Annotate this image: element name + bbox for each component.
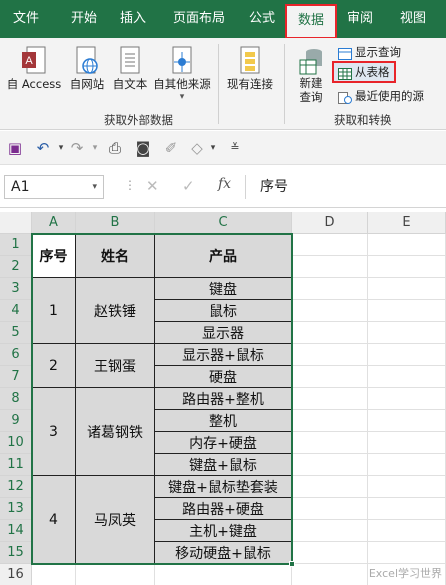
row-header[interactable]: 7 bbox=[0, 366, 32, 388]
other-sources-icon bbox=[169, 46, 195, 76]
fill-handle[interactable] bbox=[289, 561, 295, 567]
column-header-b[interactable]: B bbox=[76, 212, 155, 234]
access-icon: A bbox=[21, 46, 47, 76]
ribbon-separator bbox=[218, 44, 219, 124]
save-icon[interactable]: ▣ bbox=[6, 139, 24, 157]
print-preview-icon[interactable]: ⎙ bbox=[106, 139, 124, 157]
row-header[interactable]: 16 bbox=[0, 564, 32, 585]
show-queries-label: 显示查询 bbox=[355, 45, 401, 59]
column-header-e[interactable]: E bbox=[368, 212, 446, 234]
formula-bar: A1 ▾ ⋮ ✕ ✓ fx 序号 bbox=[0, 166, 446, 208]
row-header[interactable]: 4 bbox=[0, 300, 32, 322]
tab-5[interactable]: 数据 bbox=[285, 4, 337, 39]
ribbon-tab-bar: 文件 开始 插入 页面布局 公式 数据 审阅 视图 bbox=[0, 0, 446, 39]
from-table-label: 从表格 bbox=[355, 65, 390, 79]
from-web-button[interactable]: 自网站 bbox=[66, 46, 108, 92]
tab-2[interactable]: 插入 bbox=[108, 0, 158, 38]
row-header[interactable]: 12 bbox=[0, 476, 32, 498]
worksheet: A B C D E 1 2 3 4 5 6 7 8 9 10 11 12 13 14 15 16 序号 姓名 产品 1 赵铁锤 键盘… bbox=[0, 212, 446, 585]
tab-7[interactable]: 视图 bbox=[384, 0, 442, 38]
watermark: Excel学习世界 bbox=[368, 567, 442, 580]
svg-text:A: A bbox=[25, 55, 33, 67]
grid-line bbox=[367, 212, 368, 585]
recent-sources-label: 最近使用的源 bbox=[355, 89, 424, 103]
insert-function-icon[interactable]: fx bbox=[218, 176, 231, 192]
new-query-icon bbox=[298, 46, 324, 76]
from-text-button[interactable]: 自文本 bbox=[110, 46, 150, 92]
row-header[interactable]: 1 bbox=[0, 234, 32, 256]
ribbon-separator bbox=[284, 44, 285, 124]
row-header[interactable]: 13 bbox=[0, 498, 32, 520]
new-query-label: 新建 查询 bbox=[299, 76, 323, 104]
chevron-down-icon[interactable]: ▾ bbox=[204, 139, 222, 157]
row-header[interactable]: 8 bbox=[0, 388, 32, 410]
from-table-button[interactable]: 从表格 bbox=[332, 61, 396, 83]
show-queries-button[interactable]: 显示查询 bbox=[338, 43, 401, 61]
chevron-down-icon: ▾ bbox=[179, 92, 185, 102]
row-header[interactable]: 11 bbox=[0, 454, 32, 476]
row-header[interactable]: 3 bbox=[0, 278, 32, 300]
chevron-down-icon[interactable]: ▾ bbox=[86, 139, 104, 157]
row-header[interactable]: 14 bbox=[0, 520, 32, 542]
name-box-value: A1 bbox=[11, 179, 30, 195]
row-header[interactable]: 2 bbox=[0, 256, 32, 278]
select-all-corner[interactable] bbox=[0, 212, 32, 234]
from-access-label: 自 Access bbox=[6, 77, 62, 91]
tab-6[interactable]: 审阅 bbox=[338, 0, 382, 38]
existing-connections-label: 现有连接 bbox=[227, 77, 273, 91]
from-text-label: 自文本 bbox=[112, 77, 148, 91]
row-header[interactable]: 10 bbox=[0, 432, 32, 454]
group-label-get-transform: 获取和转换 bbox=[334, 113, 392, 127]
tab-0[interactable]: 文件 bbox=[0, 0, 52, 38]
clock-icon bbox=[338, 91, 352, 104]
row-header[interactable]: 9 bbox=[0, 410, 32, 432]
connections-icon bbox=[237, 46, 263, 76]
grid-table-icon bbox=[338, 67, 352, 80]
undo-icon[interactable]: ↶ bbox=[34, 139, 52, 157]
selection-frame bbox=[31, 233, 293, 565]
globe-icon bbox=[74, 46, 100, 76]
column-header-a[interactable]: A bbox=[32, 212, 76, 234]
row-header[interactable]: 5 bbox=[0, 322, 32, 344]
row-header[interactable]: 15 bbox=[0, 542, 32, 564]
customize-toolbar-icon[interactable]: ≚ bbox=[226, 139, 244, 157]
existing-connections-button[interactable]: 现有连接 bbox=[222, 46, 278, 92]
enter-icon[interactable]: ✓ bbox=[182, 177, 195, 195]
from-web-label: 自网站 bbox=[69, 77, 105, 91]
cancel-icon[interactable]: ✕ bbox=[146, 177, 159, 195]
from-access-button[interactable]: A 自 Access bbox=[4, 46, 64, 92]
name-box[interactable]: A1 ▾ bbox=[4, 175, 104, 199]
group-label-external-data: 获取外部数据 bbox=[104, 113, 173, 127]
format-painter-icon[interactable]: ✐ bbox=[162, 139, 180, 157]
new-query-button[interactable]: 新建 查询 bbox=[290, 46, 332, 104]
text-file-icon bbox=[117, 46, 143, 76]
more-icon: ⋮ bbox=[124, 178, 136, 192]
formula-input[interactable]: 序号 bbox=[245, 175, 446, 199]
chevron-down-icon: ▾ bbox=[92, 182, 97, 192]
from-other-sources-button[interactable]: 自其他来源 ▾ bbox=[150, 46, 214, 102]
column-header-d[interactable]: D bbox=[292, 212, 368, 234]
column-header-c[interactable]: C bbox=[155, 212, 292, 234]
from-other-sources-label: 自其他来源 bbox=[153, 77, 211, 91]
tab-1[interactable]: 开始 bbox=[56, 0, 112, 38]
recent-sources-button[interactable]: 最近使用的源 bbox=[338, 87, 424, 105]
ribbon-panel: A 自 Access 自网站 自文本 自其他来源 ▾ 现有连接 获取外部数据 新… bbox=[0, 38, 446, 130]
formula-value: 序号 bbox=[260, 179, 288, 195]
redo-icon[interactable]: ↷ bbox=[68, 139, 86, 157]
table-icon bbox=[338, 47, 352, 60]
quick-access-toolbar: ▣ ↶ ▾ ↷ ▾ ⎙ ◙ ✐ ◇ ▾ ≚ bbox=[0, 131, 446, 165]
tab-4[interactable]: 公式 bbox=[240, 0, 284, 38]
tab-3[interactable]: 页面布局 bbox=[160, 0, 238, 38]
row-header[interactable]: 6 bbox=[0, 344, 32, 366]
camera-icon[interactable]: ◙ bbox=[134, 139, 152, 157]
